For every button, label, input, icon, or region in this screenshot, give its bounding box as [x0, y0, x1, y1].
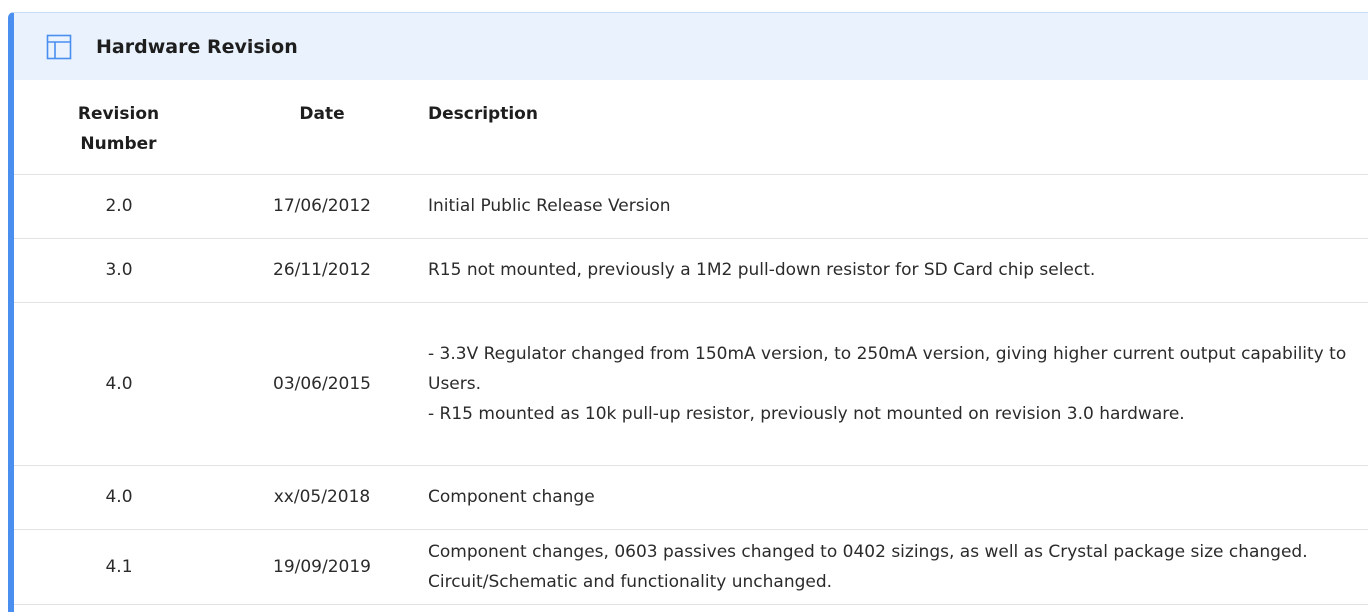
header-revision-line2: Number — [80, 134, 157, 154]
table-header-row: Revision Number Date Description — [14, 80, 1368, 175]
revision-cell: 4.0 — [14, 302, 224, 466]
header-description: Description — [420, 80, 1368, 175]
table-row: 2.0 17/06/2012 Initial Public Release Ve… — [14, 174, 1368, 239]
revision-cell: 3.0 — [14, 238, 224, 303]
panel-header: Hardware Revision — [14, 13, 1368, 80]
table-row: 3.0 26/11/2012 R15 not mounted, previous… — [14, 238, 1368, 303]
header-date: Date — [224, 80, 420, 175]
hardware-revision-panel: Hardware Revision Revision Number Date D… — [8, 12, 1368, 612]
table-row: 4.1 19/09/2019 Component changes, 0603 p… — [14, 529, 1368, 605]
panel-title: Hardware Revision — [96, 35, 298, 58]
revision-table: Revision Number Date Description 2.0 17/… — [14, 80, 1368, 605]
revision-cell: 4.0 — [14, 465, 224, 530]
revision-cell: 2.0 — [14, 174, 224, 239]
description-line: R15 not mounted, previously a 1M2 pull-d… — [428, 260, 1096, 280]
date-cell: 03/06/2015 — [224, 302, 420, 466]
table-row: 4.0 03/06/2015 - 3.3V Regulator changed … — [14, 302, 1368, 466]
description-cell: Component change — [420, 465, 1368, 530]
date-cell: xx/05/2018 — [224, 465, 420, 530]
description-line: Initial Public Release Version — [428, 196, 671, 216]
description-line: - R15 mounted as 10k pull-up resistor, p… — [428, 403, 1185, 424]
table-icon — [44, 32, 74, 62]
header-revision-number: Revision Number — [14, 80, 224, 175]
revision-cell: 4.1 — [14, 529, 224, 605]
date-cell: 26/11/2012 — [224, 238, 420, 303]
description-line: - 3.3V Regulator changed from 150mA vers… — [428, 343, 1347, 394]
header-revision-line1: Revision — [77, 104, 160, 124]
table-row: 4.0 xx/05/2018 Component change — [14, 465, 1368, 530]
description-cell: R15 not mounted, previously a 1M2 pull-d… — [420, 238, 1368, 303]
description-cell: Component changes, 0603 passives changed… — [420, 529, 1368, 605]
date-cell: 17/06/2012 — [224, 174, 420, 239]
description-cell: - 3.3V Regulator changed from 150mA vers… — [420, 302, 1368, 466]
description-line: Component changes, 0603 passives changed… — [428, 541, 1308, 592]
date-cell: 19/09/2019 — [224, 529, 420, 605]
description-line: Component change — [428, 487, 595, 507]
description-cell: Initial Public Release Version — [420, 174, 1368, 239]
